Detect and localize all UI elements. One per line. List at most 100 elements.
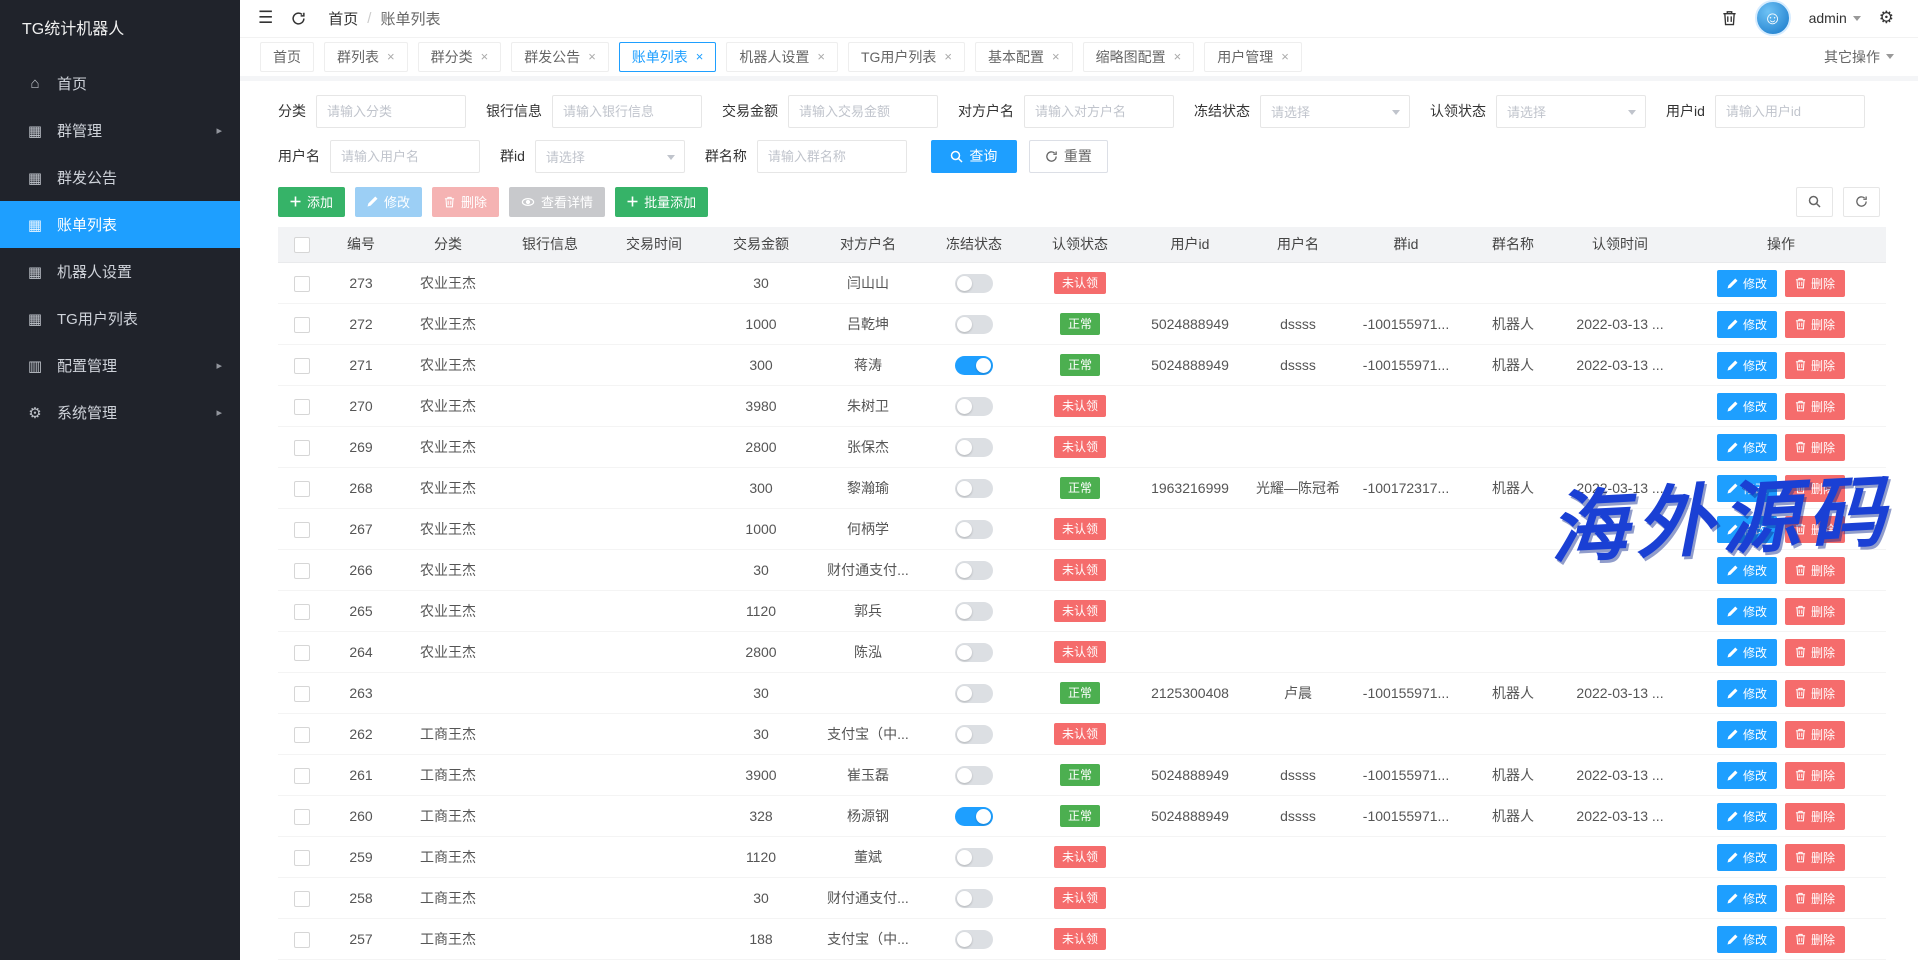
frozen-toggle[interactable] — [955, 643, 993, 662]
row-checkbox[interactable] — [294, 645, 310, 661]
search-button[interactable]: 查询 — [931, 140, 1017, 173]
row-delete-button[interactable]: 删除 — [1785, 926, 1845, 953]
refresh-icon[interactable] — [291, 11, 306, 26]
tab-7[interactable]: 基本配置× — [975, 42, 1073, 72]
sidebar-item-group-manage[interactable]: ▦群管理▸ — [0, 107, 240, 154]
tab-5[interactable]: 机器人设置× — [726, 42, 838, 72]
frozen-toggle[interactable] — [955, 889, 993, 908]
select-all-checkbox[interactable] — [294, 237, 310, 253]
group-name-input[interactable] — [757, 140, 907, 173]
close-icon[interactable]: × — [1052, 50, 1060, 63]
hamburger-menu-icon[interactable]: ☰ — [258, 8, 273, 28]
bank-info-input[interactable] — [552, 95, 702, 128]
user-name-input[interactable] — [330, 140, 480, 173]
row-checkbox[interactable] — [294, 850, 310, 866]
row-checkbox[interactable] — [294, 891, 310, 907]
reset-button[interactable]: 重置 — [1029, 140, 1108, 173]
frozen-toggle[interactable] — [955, 397, 993, 416]
frozen-toggle[interactable] — [955, 807, 993, 826]
row-delete-button[interactable]: 删除 — [1785, 639, 1845, 666]
category-input[interactable] — [316, 95, 466, 128]
batch-add-button[interactable]: 批量添加 — [615, 187, 708, 217]
row-edit-button[interactable]: 修改 — [1717, 434, 1777, 461]
tab-8[interactable]: 缩略图配置× — [1083, 42, 1195, 72]
frozen-toggle[interactable] — [955, 315, 993, 334]
row-checkbox[interactable] — [294, 768, 310, 784]
close-icon[interactable]: × — [696, 50, 704, 63]
sidebar-item-config-manage[interactable]: ▥配置管理▸ — [0, 342, 240, 389]
delete-button[interactable]: 删除 — [432, 187, 499, 217]
breadcrumb-home[interactable]: 首页 — [328, 8, 358, 29]
row-edit-button[interactable]: 修改 — [1717, 721, 1777, 748]
frozen-toggle[interactable] — [955, 274, 993, 293]
tab-0[interactable]: 首页 — [260, 42, 314, 72]
row-edit-button[interactable]: 修改 — [1717, 680, 1777, 707]
row-edit-button[interactable]: 修改 — [1717, 926, 1777, 953]
row-checkbox[interactable] — [294, 563, 310, 579]
row-checkbox[interactable] — [294, 358, 310, 374]
row-delete-button[interactable]: 删除 — [1785, 844, 1845, 871]
sidebar-item-group-announce[interactable]: ▦群发公告 — [0, 154, 240, 201]
row-checkbox[interactable] — [294, 686, 310, 702]
add-button[interactable]: 添加 — [278, 187, 345, 217]
frozen-toggle[interactable] — [955, 725, 993, 744]
tab-4[interactable]: 账单列表× — [619, 42, 717, 72]
row-checkbox[interactable] — [294, 932, 310, 948]
tab-3[interactable]: 群发公告× — [511, 42, 609, 72]
row-checkbox[interactable] — [294, 522, 310, 538]
row-checkbox[interactable] — [294, 809, 310, 825]
edit-button[interactable]: 修改 — [355, 187, 422, 217]
frozen-status-select[interactable]: 请选择 — [1260, 95, 1410, 128]
close-icon[interactable]: × — [1281, 50, 1289, 63]
row-edit-button[interactable]: 修改 — [1717, 352, 1777, 379]
close-icon[interactable]: × — [387, 50, 395, 63]
row-edit-button[interactable]: 修改 — [1717, 844, 1777, 871]
row-checkbox[interactable] — [294, 604, 310, 620]
row-edit-button[interactable]: 修改 — [1717, 516, 1777, 543]
table-search-button[interactable] — [1796, 187, 1833, 217]
row-edit-button[interactable]: 修改 — [1717, 885, 1777, 912]
tab-6[interactable]: TG用户列表× — [848, 42, 965, 72]
view-detail-button[interactable]: 查看详情 — [509, 187, 605, 217]
row-delete-button[interactable]: 删除 — [1785, 516, 1845, 543]
row-edit-button[interactable]: 修改 — [1717, 639, 1777, 666]
avatar[interactable]: ☺ — [1755, 0, 1791, 36]
row-checkbox[interactable] — [294, 481, 310, 497]
row-delete-button[interactable]: 删除 — [1785, 270, 1845, 297]
sidebar-item-tg-user-list[interactable]: ▦TG用户列表 — [0, 295, 240, 342]
row-checkbox[interactable] — [294, 317, 310, 333]
gear-icon[interactable]: ⚙ — [1879, 8, 1894, 28]
frozen-toggle[interactable] — [955, 561, 993, 580]
close-icon[interactable]: × — [481, 50, 489, 63]
row-edit-button[interactable]: 修改 — [1717, 598, 1777, 625]
user-menu[interactable]: admin — [1809, 10, 1861, 26]
frozen-toggle[interactable] — [955, 479, 993, 498]
row-delete-button[interactable]: 删除 — [1785, 475, 1845, 502]
frozen-toggle[interactable] — [955, 930, 993, 949]
row-delete-button[interactable]: 删除 — [1785, 762, 1845, 789]
group-id-select[interactable]: 请选择 — [535, 140, 685, 173]
sidebar-item-system-manage[interactable]: ⚙系统管理▸ — [0, 389, 240, 436]
row-delete-button[interactable]: 删除 — [1785, 557, 1845, 584]
row-delete-button[interactable]: 删除 — [1785, 885, 1845, 912]
more-actions-dropdown[interactable]: 其它操作 — [1824, 47, 1894, 67]
tab-9[interactable]: 用户管理× — [1204, 42, 1302, 72]
row-edit-button[interactable]: 修改 — [1717, 557, 1777, 584]
row-delete-button[interactable]: 删除 — [1785, 311, 1845, 338]
frozen-toggle[interactable] — [955, 848, 993, 867]
close-icon[interactable]: × — [1174, 50, 1182, 63]
row-checkbox[interactable] — [294, 276, 310, 292]
row-checkbox[interactable] — [294, 440, 310, 456]
sidebar-item-home[interactable]: ⌂首页 — [0, 60, 240, 107]
row-edit-button[interactable]: 修改 — [1717, 475, 1777, 502]
row-checkbox[interactable] — [294, 399, 310, 415]
close-icon[interactable]: × — [588, 50, 596, 63]
row-delete-button[interactable]: 删除 — [1785, 680, 1845, 707]
payer-name-input[interactable] — [1024, 95, 1174, 128]
row-delete-button[interactable]: 删除 — [1785, 393, 1845, 420]
frozen-toggle[interactable] — [955, 602, 993, 621]
trade-amount-input[interactable] — [788, 95, 938, 128]
row-delete-button[interactable]: 删除 — [1785, 434, 1845, 461]
row-delete-button[interactable]: 删除 — [1785, 598, 1845, 625]
frozen-toggle[interactable] — [955, 684, 993, 703]
